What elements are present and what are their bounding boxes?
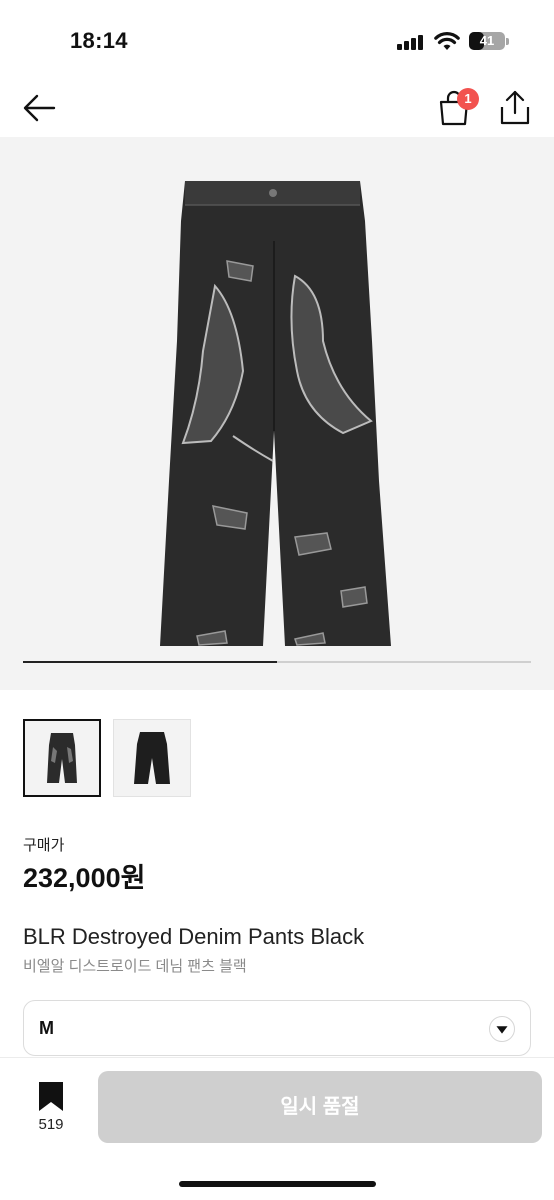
- product-main-image: [160, 181, 391, 646]
- bookmark-count: 519: [38, 1116, 64, 1133]
- share-button[interactable]: [497, 88, 533, 128]
- thumbnail-2[interactable]: [113, 719, 191, 797]
- sold-out-button[interactable]: 일시 품절: [98, 1071, 542, 1143]
- thumbnail-1[interactable]: [23, 719, 101, 797]
- thumbnail-image: [134, 732, 170, 784]
- home-indicator: [179, 1181, 376, 1187]
- arrow-left-icon: [23, 94, 56, 122]
- size-select-value: M: [39, 1018, 54, 1038]
- caret-down-icon: [489, 1016, 515, 1042]
- battery-cap: [506, 38, 509, 45]
- bookmark-icon: [39, 1082, 63, 1111]
- gallery-progress-track: [23, 661, 531, 663]
- size-select[interactable]: M: [23, 1000, 531, 1056]
- product-image-gallery[interactable]: [0, 137, 554, 690]
- wifi-icon: [434, 32, 460, 50]
- back-button[interactable]: [20, 90, 60, 126]
- product-detail-screen: 18:14 41 1 구매가 232,000원 BLR Destroyed De…: [0, 0, 554, 1200]
- share-icon: [500, 90, 530, 125]
- bottom-action-bar: 519 일시 품절: [0, 1057, 554, 1200]
- product-subtitle: 비엘알 디스트로이드 데님 팬츠 블랙: [23, 958, 247, 975]
- price-label: 구매가: [23, 837, 65, 854]
- cellular-signal-icon: [397, 34, 425, 50]
- status-time: 18:14: [70, 28, 128, 53]
- status-bar: 18:14 41: [0, 0, 554, 80]
- product-title: BLR Destroyed Denim Pants Black: [23, 924, 365, 949]
- cart-count-badge: 1: [457, 88, 479, 110]
- bookmark-button[interactable]: 519: [30, 1082, 74, 1136]
- gallery-progress-fill: [23, 661, 277, 663]
- thumbnail-image: [47, 733, 77, 783]
- price: 232,000원: [23, 863, 146, 893]
- battery-icon: 41: [469, 32, 505, 50]
- battery-level-text: 41: [479, 33, 495, 48]
